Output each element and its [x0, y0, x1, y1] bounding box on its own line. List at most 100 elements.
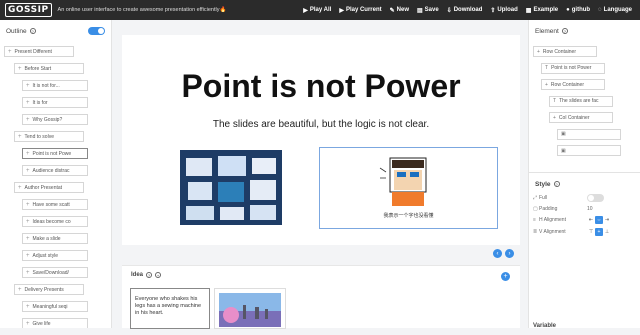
- menu-label: Save: [424, 7, 439, 13]
- menu-label: New: [396, 7, 409, 13]
- outline-item[interactable]: + Why Gossip?: [22, 114, 88, 125]
- full-toggle[interactable]: [587, 194, 604, 202]
- menu-label: github: [571, 7, 591, 13]
- plus-icon[interactable]: +: [26, 151, 30, 157]
- slide-subtitle[interactable]: The slides are beautiful, but the logic …: [122, 119, 520, 130]
- menu-download[interactable]: ⇩ Download: [447, 7, 483, 14]
- menu-upload[interactable]: ⇧ Upload: [490, 7, 517, 14]
- element-type-icon: ▣: [561, 147, 566, 154]
- menu-icon: ✎: [389, 7, 395, 14]
- outline-item[interactable]: + Give life: [22, 318, 88, 328]
- plus-icon[interactable]: +: [26, 219, 30, 225]
- plus-icon[interactable]: +: [26, 83, 30, 89]
- element-item-label: Point is not Power: [551, 65, 592, 71]
- next-slide-button[interactable]: ›: [505, 249, 514, 258]
- menu-label: Language: [603, 7, 632, 13]
- plus-icon[interactable]: +: [26, 270, 30, 276]
- outline-item[interactable]: + Have some scatt: [22, 199, 88, 210]
- slide-canvas[interactable]: Point is not Power The slides are beauti…: [122, 35, 520, 245]
- align-left-button[interactable]: ⇤: [587, 216, 595, 224]
- outline-item[interactable]: + Before Start: [14, 63, 84, 74]
- plus-icon[interactable]: +: [18, 287, 22, 293]
- style-header: Style ?: [529, 173, 640, 195]
- plus-icon[interactable]: +: [26, 321, 30, 327]
- outline-item[interactable]: + Tend to solve: [14, 131, 84, 142]
- align-bottom-button[interactable]: ⊥: [603, 228, 611, 236]
- plus-icon[interactable]: +: [18, 134, 22, 140]
- outline-item-label: Delivery Presents: [24, 286, 64, 293]
- element-item-label: Col Container: [558, 114, 590, 121]
- outline-item-label: Ideas become co: [32, 218, 71, 225]
- element-item[interactable]: + Row Container: [541, 79, 605, 90]
- idea-card-text[interactable]: Everyone who shakes his legs has a sewin…: [130, 288, 210, 329]
- outline-item-label: Adjust style: [32, 252, 59, 259]
- plus-icon[interactable]: +: [8, 49, 12, 55]
- plus-icon[interactable]: +: [26, 253, 30, 259]
- outline-item[interactable]: + Present Different: [4, 46, 74, 57]
- menu-language[interactable]: ◌ Language: [598, 7, 632, 13]
- plus-icon[interactable]: +: [18, 185, 22, 191]
- outline-toggle[interactable]: [88, 27, 105, 35]
- element-item[interactable]: ▣: [557, 128, 621, 140]
- menu-example[interactable]: ▦ Example: [526, 7, 558, 14]
- outline-item[interactable]: + Make a slide: [22, 233, 88, 244]
- element-item[interactable]: ▣: [557, 145, 621, 156]
- outline-item[interactable]: + Author Presentat: [14, 182, 84, 193]
- plus-icon[interactable]: +: [18, 66, 22, 72]
- slide-nav: ‹ ›: [493, 249, 514, 258]
- plus-icon[interactable]: +: [26, 304, 30, 310]
- element-item[interactable]: T Point is not Power: [541, 62, 605, 74]
- outline-item-label: Tend to solve: [24, 133, 54, 140]
- align-center-button[interactable]: ⇔: [595, 216, 603, 224]
- outline-item-label: Have some scatt: [32, 201, 70, 208]
- padding-row: ▢ Padding 10: [533, 206, 593, 212]
- outline-item-label: Point is not Powe: [32, 150, 72, 157]
- style-section: Style ? ⤢ Full ▢ Padding 10 ≡ H Alignmen…: [529, 172, 640, 332]
- outline-panel: Outline ? + Present Different + Before Star…: [0, 20, 112, 328]
- slides-screenshot-image[interactable]: [180, 150, 282, 225]
- menu-new[interactable]: ✎ New: [390, 7, 409, 14]
- element-header: Element ?: [529, 20, 640, 42]
- outline-item[interactable]: + Save/Download/: [22, 267, 88, 278]
- menu-label: Play Current: [345, 7, 382, 13]
- menu-play-current[interactable]: ▶ Play Current: [339, 7, 381, 14]
- element-type-icon: T: [545, 65, 549, 71]
- align-middle-button[interactable]: +: [595, 228, 603, 236]
- outline-item[interactable]: + Audience distrac: [22, 165, 88, 176]
- idea-card-image[interactable]: [214, 288, 286, 329]
- padding-input[interactable]: 10: [587, 206, 593, 212]
- element-item[interactable]: + Col Container: [549, 112, 613, 123]
- cartoon-image[interactable]: 我表示一个字也没看懂: [319, 147, 498, 229]
- slide-title[interactable]: Point is not Power: [122, 68, 520, 105]
- outline-item[interactable]: + Adjust style: [22, 250, 88, 261]
- outline-item[interactable]: + It is not for...: [22, 80, 88, 91]
- idea-header: Idea ? +: [131, 272, 162, 278]
- menu-save[interactable]: ▤ Save: [417, 7, 439, 14]
- plus-icon[interactable]: +: [26, 168, 30, 174]
- variable-title: Variable: [533, 323, 557, 329]
- align-right-button[interactable]: ⇥: [603, 216, 611, 224]
- prev-slide-button[interactable]: ‹: [493, 249, 502, 258]
- plus-icon[interactable]: +: [26, 117, 30, 123]
- outline-item[interactable]: + Ideas become co: [22, 216, 88, 227]
- menu-github[interactable]: ● github: [566, 7, 590, 13]
- outline-item[interactable]: + Meaningful seqi: [22, 301, 88, 312]
- menu-play-all[interactable]: ▶ Play All: [303, 7, 331, 14]
- outline-item[interactable]: + Point is not Powe: [22, 148, 88, 159]
- outline-item[interactable]: + It is for: [22, 97, 88, 108]
- menu-icon: ⇧: [490, 7, 496, 14]
- menu-label: Play All: [309, 7, 332, 13]
- add-circle-icon[interactable]: +: [155, 272, 162, 278]
- help-icon[interactable]: ?: [146, 272, 153, 278]
- add-idea-button[interactable]: +: [501, 272, 510, 281]
- help-icon[interactable]: ?: [553, 181, 560, 187]
- outline-item[interactable]: + Delivery Presents: [14, 284, 84, 295]
- plus-icon[interactable]: +: [26, 100, 30, 106]
- plus-icon[interactable]: +: [26, 236, 30, 242]
- help-icon[interactable]: ?: [561, 28, 568, 34]
- plus-icon[interactable]: +: [26, 202, 30, 208]
- align-top-button[interactable]: ⊤: [587, 228, 595, 236]
- element-item[interactable]: + Row Container: [533, 46, 597, 57]
- help-icon[interactable]: ?: [29, 28, 36, 34]
- element-item[interactable]: T The slides are fac: [549, 95, 613, 107]
